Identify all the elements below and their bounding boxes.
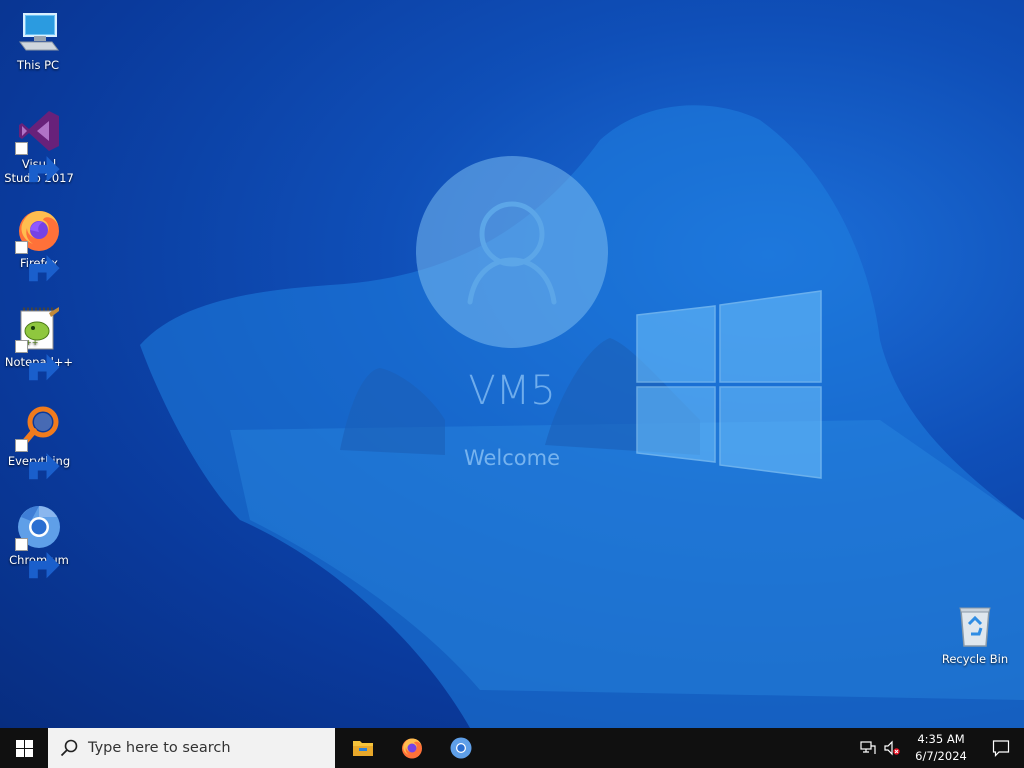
search-placeholder: Type here to search	[88, 740, 231, 756]
username-text: VM5	[468, 368, 556, 414]
tray-network[interactable]	[856, 728, 880, 768]
shortcut-arrow-icon	[15, 142, 60, 183]
start-button[interactable]	[0, 728, 48, 768]
taskbar-firefox[interactable]	[387, 728, 436, 768]
shortcut-arrow-icon	[15, 340, 60, 381]
tray-volume[interactable]	[880, 728, 904, 768]
clock-time: 4:35 AM	[917, 732, 965, 746]
taskbar-file-explorer[interactable]	[338, 728, 387, 768]
network-icon	[860, 741, 876, 754]
shortcut-arrow-icon	[15, 538, 60, 579]
taskbar: Type here to search 4:35 AM 6/7/2024	[0, 728, 1024, 768]
search-icon	[60, 739, 78, 757]
desktop-icon-visual-studio[interactable]: Visual Studio 2017	[1, 107, 77, 185]
computer-icon	[19, 13, 59, 51]
desktop: This PC Visual Studio 2017 Firefox ++ No…	[0, 0, 1024, 728]
desktop-icon-chromium[interactable]: Chromium	[1, 503, 77, 579]
desktop-icon-firefox[interactable]: Firefox	[1, 206, 77, 282]
desktop-icon-everything[interactable]: Everything	[1, 404, 77, 480]
volume-muted-icon	[884, 740, 900, 756]
shortcut-arrow-icon	[15, 241, 60, 282]
taskbar-chromium[interactable]	[436, 728, 485, 768]
shortcut-arrow-icon	[15, 439, 60, 480]
desktop-icon-label: This PC	[16, 58, 60, 72]
clock-date: 6/7/2024	[915, 749, 967, 763]
taskbar-clock[interactable]: 4:35 AM 6/7/2024	[904, 731, 978, 765]
wallpaper	[140, 105, 1024, 728]
desktop-icon-recycle-bin[interactable]: Recycle Bin	[937, 602, 1013, 666]
folder-icon	[352, 741, 373, 756]
desktop-icon-label: Recycle Bin	[941, 652, 1009, 666]
chromium-icon	[450, 737, 471, 759]
user-avatar	[416, 156, 608, 348]
action-center-button[interactable]	[978, 728, 1024, 768]
system-tray: 4:35 AM 6/7/2024	[856, 728, 1024, 768]
taskbar-search-box[interactable]: Type here to search	[48, 728, 335, 768]
desktop-icon-notepad-plus-plus[interactable]: ++ Notepad++	[1, 305, 77, 381]
desktop-icon-this-pc[interactable]: This PC	[0, 8, 76, 72]
windows-logo-icon	[15, 739, 33, 757]
notification-icon	[992, 740, 1010, 757]
firefox-icon	[401, 738, 422, 759]
welcome-text: Welcome	[463, 446, 561, 470]
recycle-bin-icon	[959, 607, 991, 647]
user-icon	[467, 201, 557, 305]
